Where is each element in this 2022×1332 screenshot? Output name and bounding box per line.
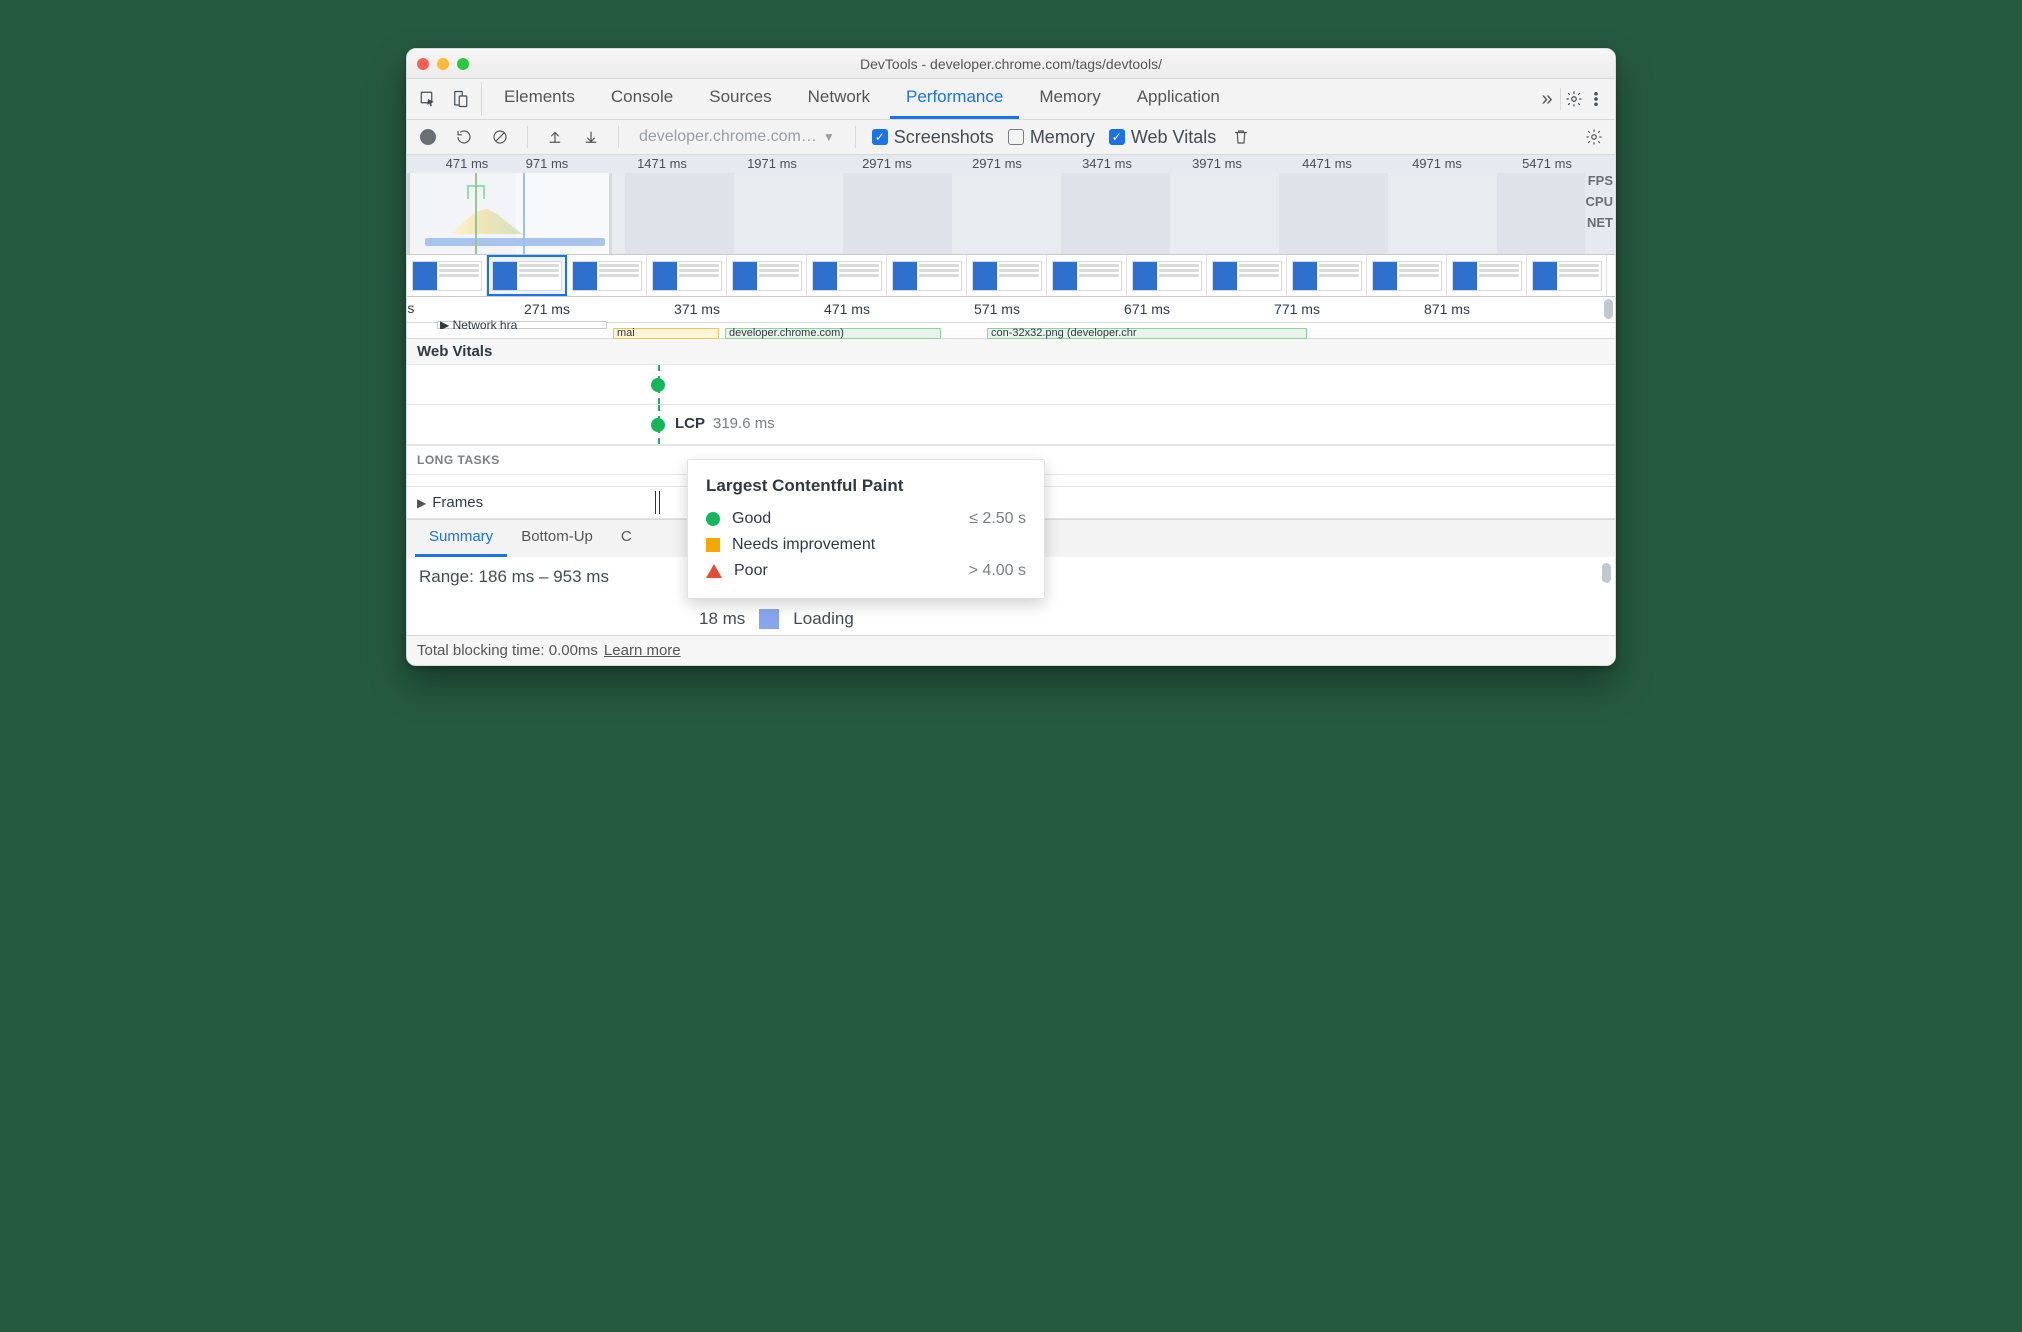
webvitals-toggle[interactable]: Web Vitals	[1109, 127, 1216, 148]
more-tabs-icon[interactable]	[1536, 88, 1558, 110]
filmstrip-thumb[interactable]	[1047, 255, 1127, 296]
loading-swatch	[759, 609, 779, 629]
filmstrip-thumb[interactable]	[967, 255, 1047, 296]
tooltip-row: Good≤ 2.50 s	[706, 506, 1026, 532]
device-toolbar-icon[interactable]	[449, 88, 471, 110]
statusbar: Total blocking time: 0.00ms Learn more	[407, 635, 1615, 665]
filmstrip-thumb[interactable]	[1287, 255, 1367, 296]
checkbox-icon	[1109, 129, 1125, 145]
session-dropdown[interactable]: developer.chrome.com… ▼	[635, 128, 839, 146]
filmstrip-thumb[interactable]	[887, 255, 967, 296]
window-title: DevTools - developer.chrome.com/tags/dev…	[407, 56, 1615, 72]
webvitals-lane-lcp[interactable]: LCP 319.6 ms	[407, 405, 1615, 445]
fullscreen-window-button[interactable]	[457, 58, 469, 70]
panel-tabbar: ElementsConsoleSourcesNetworkPerformance…	[407, 79, 1615, 120]
overview-chart[interactable]	[407, 173, 1585, 254]
tab-network[interactable]: Network	[792, 79, 886, 119]
mac-titlebar[interactable]: DevTools - developer.chrome.com/tags/dev…	[407, 49, 1615, 79]
traffic-lights	[417, 58, 469, 70]
tooltip-row: Needs improvement	[706, 532, 1026, 558]
learn-more-link[interactable]: Learn more	[604, 642, 681, 659]
filmstrip-thumb[interactable]	[727, 255, 807, 296]
settings-icon[interactable]	[1563, 88, 1585, 110]
lcp-label: LCP	[675, 415, 705, 432]
session-name: developer.chrome.com…	[639, 128, 817, 146]
filmstrip-thumb[interactable]	[1447, 255, 1527, 296]
webvitals-lane-fcp[interactable]	[407, 365, 1615, 405]
load-profile-button[interactable]	[544, 126, 566, 148]
performance-toolbar: developer.chrome.com… ▼ Screenshots Memo…	[407, 120, 1615, 155]
memory-toggle[interactable]: Memory	[1008, 127, 1095, 148]
reload-record-button[interactable]	[453, 126, 475, 148]
filmstrip-thumb[interactable]	[647, 255, 727, 296]
loading-time: 18 ms	[699, 609, 745, 629]
fcp-marker[interactable]	[651, 378, 665, 392]
tooltip-row: Poor> 4.00 s	[706, 558, 1026, 584]
panel-tabs: ElementsConsoleSourcesNetworkPerformance…	[486, 79, 1238, 119]
screenshots-toggle[interactable]: Screenshots	[872, 127, 994, 148]
poor-triangle-icon	[706, 564, 722, 578]
details-tab-c[interactable]: C	[607, 520, 646, 557]
overview-selection[interactable]	[407, 173, 612, 254]
filmstrip-thumb[interactable]	[1367, 255, 1447, 296]
record-button[interactable]	[417, 126, 439, 148]
delete-button[interactable]	[1230, 126, 1252, 148]
details-tab-summary[interactable]: Summary	[415, 520, 507, 557]
detail-ruler[interactable]: ns 271 ms371 ms471 ms571 ms671 ms771 ms8…	[407, 297, 1615, 323]
lcp-marker[interactable]	[651, 418, 665, 432]
capture-settings-icon[interactable]	[1583, 126, 1605, 148]
lcp-tooltip: Largest Contentful Paint Good≤ 2.50 sNee…	[687, 459, 1045, 599]
filmstrip-thumb[interactable]	[1127, 255, 1207, 296]
needs-improvement-square-icon	[706, 538, 720, 552]
flame-request-row[interactable]: mai developer.chrome.com) con-32x32.png …	[407, 329, 1615, 339]
tab-performance[interactable]: Performance	[890, 79, 1019, 119]
loading-label: Loading	[793, 609, 854, 629]
inspect-element-icon[interactable]	[417, 88, 439, 110]
tab-memory[interactable]: Memory	[1023, 79, 1116, 119]
save-profile-button[interactable]	[580, 126, 602, 148]
tab-console[interactable]: Console	[595, 79, 689, 119]
kebab-menu-icon[interactable]	[1585, 88, 1607, 110]
overview-lane-labels: FPS CPU NET	[1586, 173, 1613, 230]
filmstrip-thumb[interactable]	[407, 255, 487, 296]
filmstrip-thumb[interactable]	[1527, 255, 1607, 296]
clear-button[interactable]	[489, 126, 511, 148]
close-window-button[interactable]	[417, 58, 429, 70]
caret-down-icon: ▼	[823, 130, 835, 144]
overview-ruler: 471 ms971 ms1471 ms1971 ms2971 ms2971 ms…	[407, 155, 1615, 173]
blocking-time-label: Total blocking time: 0.00ms	[417, 642, 598, 659]
vertical-scrollbar[interactable]	[1602, 563, 1611, 583]
tab-sources[interactable]: Sources	[693, 79, 787, 119]
minimize-window-button[interactable]	[437, 58, 449, 70]
filmstrip[interactable]	[407, 255, 1615, 297]
section-webvitals-header[interactable]: Web Vitals	[407, 339, 1615, 365]
disclosure-triangle-icon[interactable]: ▶	[417, 496, 426, 510]
overview-panel[interactable]: 471 ms971 ms1471 ms1971 ms2971 ms2971 ms…	[407, 155, 1615, 255]
lcp-value: 319.6 ms	[713, 415, 775, 432]
details-tab-bottomup[interactable]: Bottom-Up	[507, 520, 607, 557]
filmstrip-thumb[interactable]	[567, 255, 647, 296]
tab-application[interactable]: Application	[1121, 79, 1236, 119]
filmstrip-thumb[interactable]	[807, 255, 887, 296]
tooltip-title: Largest Contentful Paint	[706, 476, 1026, 496]
horizontal-scrollbar[interactable]	[1604, 299, 1613, 319]
filmstrip-thumb[interactable]	[1207, 255, 1287, 296]
good-circle-icon	[706, 512, 720, 526]
checkbox-icon	[872, 129, 888, 145]
devtools-window: DevTools - developer.chrome.com/tags/dev…	[406, 48, 1616, 666]
tab-elements[interactable]: Elements	[488, 79, 591, 119]
filmstrip-thumb[interactable]	[487, 255, 567, 296]
checkbox-icon	[1008, 129, 1024, 145]
